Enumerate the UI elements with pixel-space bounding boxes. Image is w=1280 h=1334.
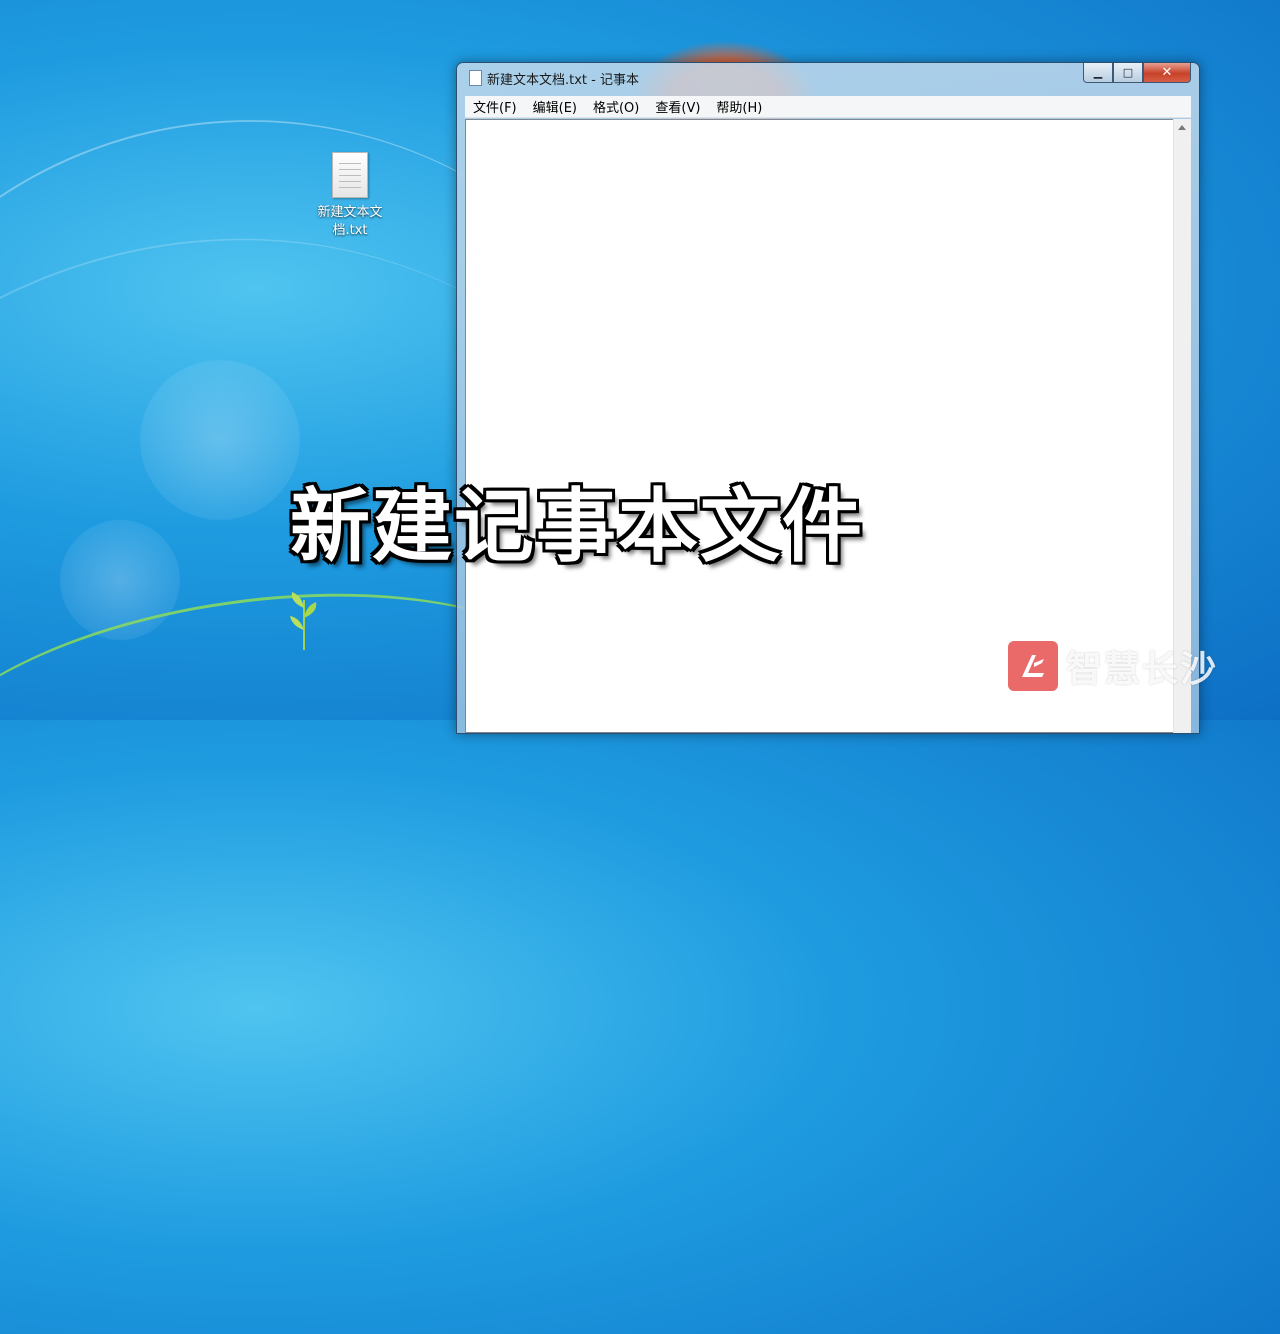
desktop-file-label: 新建文本文档.txt bbox=[317, 205, 383, 238]
menu-view[interactable]: 查看(V) bbox=[647, 97, 708, 116]
window-title: 新建文本文档.txt - 记事本 bbox=[487, 73, 639, 88]
menu-edit[interactable]: 编辑(E) bbox=[525, 97, 585, 116]
scroll-up-icon[interactable] bbox=[1178, 125, 1186, 130]
notepad-window[interactable]: 新建文本文档.txt - 记事本 ▁ □ ✕ 文件(F) 编辑(E) 格式(O)… bbox=[456, 62, 1200, 734]
menu-format[interactable]: 格式(O) bbox=[585, 97, 647, 116]
window-controls: ▁ □ ✕ bbox=[1083, 63, 1191, 83]
file-text-icon bbox=[332, 152, 368, 198]
video-caption: 新建记事本文件 bbox=[290, 480, 864, 573]
minimize-button[interactable]: ▁ bbox=[1083, 63, 1113, 83]
notepad-app-icon[interactable] bbox=[469, 70, 482, 86]
close-button[interactable]: ✕ bbox=[1143, 63, 1191, 83]
title-bar[interactable]: 新建文本文档.txt - 记事本 ▁ □ ✕ bbox=[457, 63, 1199, 91]
menu-bar: 文件(F) 编辑(E) 格式(O) 查看(V) 帮助(H) bbox=[465, 96, 1191, 118]
menu-file[interactable]: 文件(F) bbox=[465, 97, 525, 116]
watermark-text: 智慧长沙 bbox=[1066, 649, 1219, 690]
watermark-logo-icon bbox=[1008, 641, 1058, 691]
watermark: 智慧长沙 bbox=[1008, 640, 1218, 692]
leaf-icon bbox=[290, 592, 317, 650]
desktop-file-shortcut[interactable]: 新建文本文档.txt bbox=[312, 152, 388, 240]
menu-help[interactable]: 帮助(H) bbox=[708, 97, 770, 116]
maximize-button[interactable]: □ bbox=[1113, 63, 1143, 83]
